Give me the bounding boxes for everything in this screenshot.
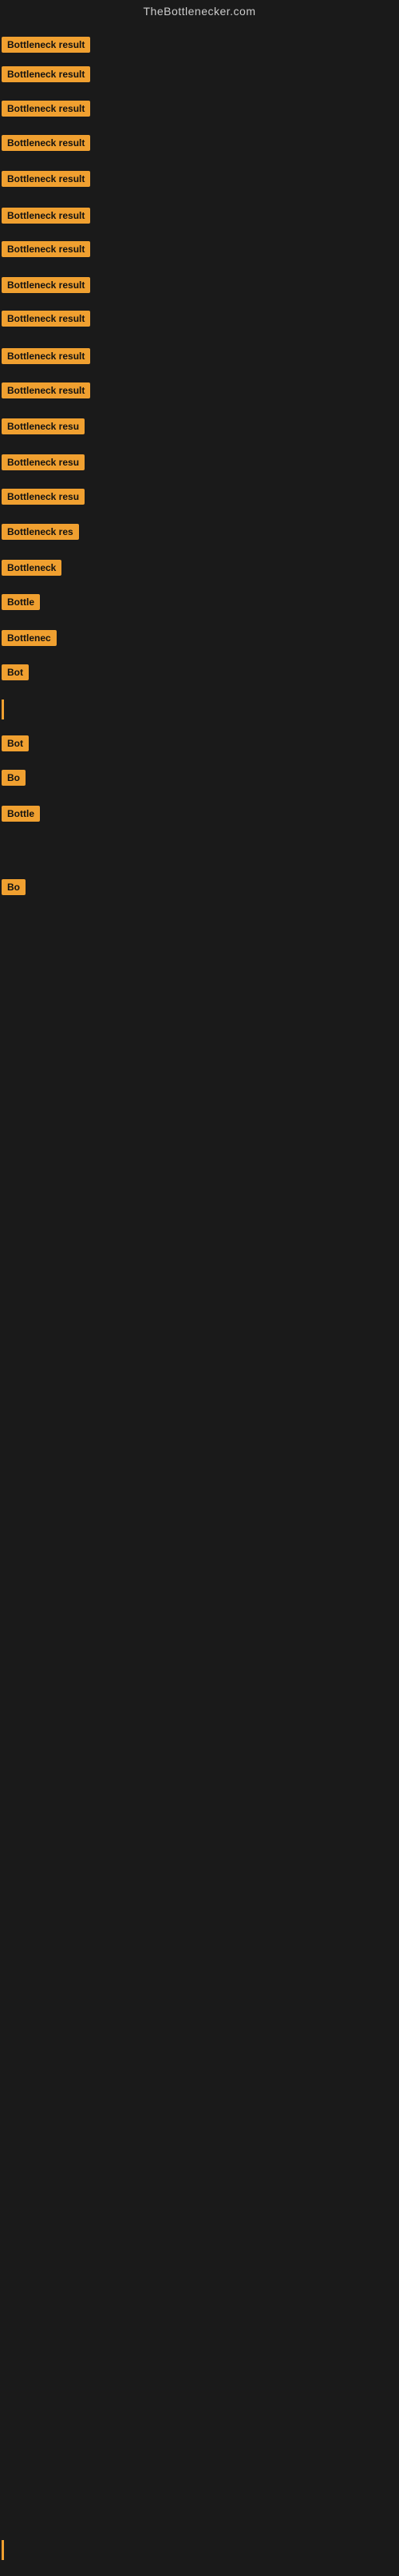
bottleneck-badge-13: Bottleneck resu [2, 454, 85, 470]
bottleneck-badge-3: Bottleneck result [2, 101, 90, 117]
bottleneck-badge-18: Bottlenec [2, 630, 57, 646]
bottleneck-badge-11: Bottleneck result [2, 382, 90, 398]
bottleneck-badge-4: Bottleneck result [2, 135, 90, 151]
bottleneck-badge-5: Bottleneck result [2, 171, 90, 187]
bottleneck-badge-6: Bottleneck result [2, 208, 90, 224]
bottleneck-badge-14: Bottleneck resu [2, 489, 85, 505]
bottleneck-badge-10: Bottleneck result [2, 348, 90, 364]
bottleneck-badge-17: Bottle [2, 594, 40, 610]
bottleneck-badge-2: Bottleneck result [2, 66, 90, 82]
bottleneck-badge-8: Bottleneck result [2, 277, 90, 293]
bottleneck-badge-22: Bo [2, 770, 26, 786]
bottleneck-badge-1: Bottleneck result [2, 37, 90, 53]
bottleneck-badge-25: Bo [2, 879, 26, 895]
bottleneck-badge-16: Bottleneck [2, 560, 61, 576]
bottleneck-badge-15: Bottleneck res [2, 524, 79, 540]
bottleneck-badge-9: Bottleneck result [2, 311, 90, 327]
vertical-bar-20 [2, 699, 4, 719]
bottleneck-badge-12: Bottleneck resu [2, 418, 85, 434]
bottleneck-badge-7: Bottleneck result [2, 241, 90, 257]
bottleneck-badge-21: Bot [2, 735, 29, 751]
bottleneck-badge-23: Bottle [2, 806, 40, 822]
bottleneck-badge-19: Bot [2, 664, 29, 680]
site-title: TheBottlenecker.com [0, 0, 399, 21]
vertical-bar-26 [2, 2540, 4, 2560]
